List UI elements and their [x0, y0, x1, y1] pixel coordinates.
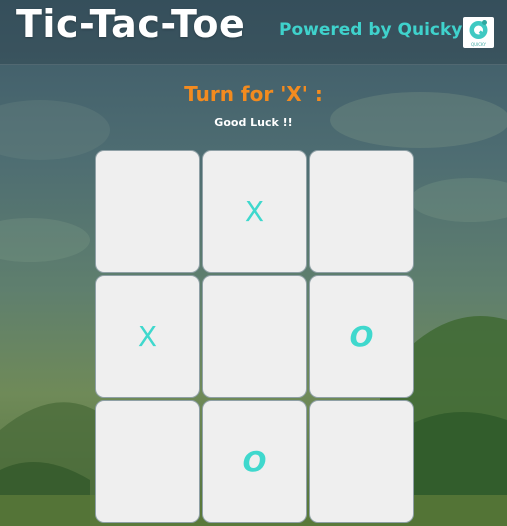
board-cell-5[interactable]	[202, 275, 307, 398]
board-cell-7[interactable]	[95, 400, 200, 523]
turn-indicator: Turn for 'X' :	[184, 82, 323, 106]
app-header: Tic-Tac-Toe Powered by Quicky QUICKY	[0, 0, 507, 65]
quicky-logo-text: QUICKY	[471, 42, 486, 47]
board-cell-2[interactable]: X	[202, 150, 307, 273]
powered-by-label: Powered by Quicky	[279, 20, 463, 40]
app-title: Tic-Tac-Toe	[16, 2, 246, 46]
game-board: X X O O	[95, 150, 415, 526]
board-cell-4[interactable]: X	[95, 275, 200, 398]
board-cell-8[interactable]: O	[202, 400, 307, 523]
board-cell-1[interactable]	[95, 150, 200, 273]
quicky-logo: QUICKY	[463, 17, 494, 48]
board-cell-6[interactable]: O	[309, 275, 414, 398]
status-message: Good Luck !!	[214, 116, 293, 129]
board-cell-3[interactable]	[309, 150, 414, 273]
board-cell-9[interactable]	[309, 400, 414, 523]
